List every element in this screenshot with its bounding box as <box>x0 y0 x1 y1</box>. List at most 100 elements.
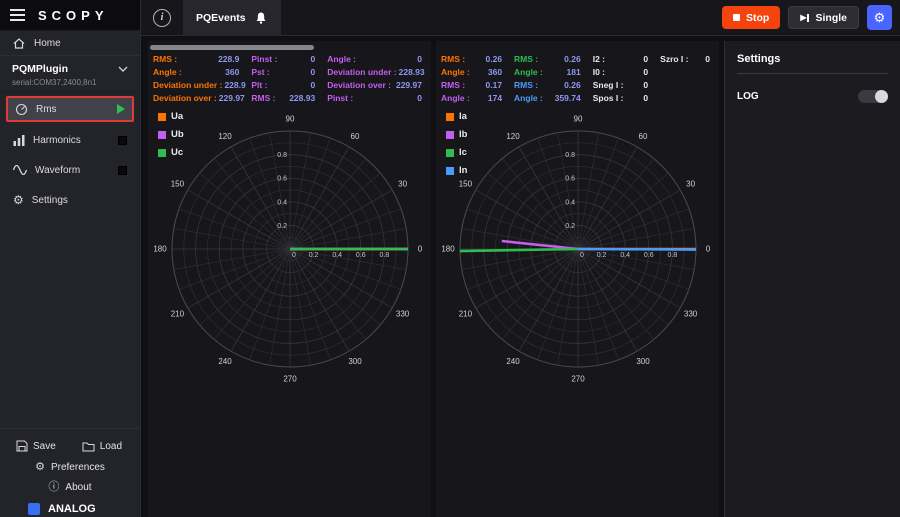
svg-text:30: 30 <box>686 180 695 189</box>
legend-swatch-icon <box>158 113 166 121</box>
current-stat-rms: RMS :0.26 <box>437 53 510 66</box>
current-legend: Ia Ib Ic In <box>446 111 467 176</box>
svg-text:0.4: 0.4 <box>565 199 575 206</box>
current-stat-szro-i: Szro I :0 <box>656 53 718 66</box>
voltage-legend-Uc[interactable]: Uc <box>158 147 184 158</box>
voltage-legend-Ua[interactable]: Ua <box>158 111 184 122</box>
voltage-stat-rms: RMS :228.9 <box>149 53 247 66</box>
stop-square-icon[interactable] <box>118 136 127 145</box>
tab-pqevents-label: PQEvents <box>196 12 246 24</box>
info-circle-icon: ⓘ <box>48 482 59 493</box>
current-polar-chart: 030609012015018021024027030033000.20.20.… <box>438 109 718 389</box>
voltage-stat-deviation-under: Deviation under :228.9 <box>149 79 247 92</box>
current-stat-angle: Angle :360 <box>437 66 510 79</box>
stop-button[interactable]: Stop <box>722 6 780 29</box>
harmonics-bars-icon <box>13 134 25 146</box>
current-legend-Ic[interactable]: Ic <box>446 147 467 158</box>
phasor-In <box>578 249 696 250</box>
current-stats-col-3: Szro I :0 <box>656 53 718 105</box>
current-legend-Ia[interactable]: Ia <box>446 111 467 122</box>
save-button[interactable]: Save <box>16 440 56 452</box>
svg-text:0.6: 0.6 <box>277 176 287 183</box>
svg-text:60: 60 <box>638 132 647 141</box>
current-legend-Ib[interactable]: Ib <box>446 129 467 140</box>
voltage-stat-deviation-under: Deviation under :228.93 <box>323 66 430 79</box>
svg-text:0.8: 0.8 <box>277 152 287 159</box>
legend-label: Ic <box>459 147 467 158</box>
toggle-knob <box>875 90 888 103</box>
svg-text:30: 30 <box>398 180 407 189</box>
plugin-serial: serial:COM37,2400,8n1 <box>12 78 128 87</box>
svg-text:0: 0 <box>292 252 296 259</box>
svg-text:120: 120 <box>506 132 520 141</box>
sidebar-item-rms[interactable]: Rms <box>6 96 134 122</box>
info-button[interactable]: i <box>153 9 171 27</box>
current-legend-In[interactable]: In <box>446 165 467 176</box>
current-stat-angle: Angle :359.74 <box>510 92 589 105</box>
svg-text:0.2: 0.2 <box>277 223 287 230</box>
svg-text:0: 0 <box>580 252 584 259</box>
single-button[interactable]: ▶ Single <box>788 6 859 29</box>
voltage-stat-pst: Pst :0 <box>247 66 323 79</box>
legend-label: Uc <box>171 147 183 158</box>
tab-pqevents[interactable]: PQEvents <box>183 0 281 36</box>
current-stat-spos-i: Spos I :0 <box>589 92 656 105</box>
divider <box>737 73 888 74</box>
current-chart-area: IaIbIcIn 0306090120150180210240270300330… <box>436 109 719 389</box>
menu-icon[interactable] <box>10 9 25 21</box>
sidebar-item-settings[interactable]: ⚙ Settings <box>6 188 134 212</box>
voltage-legend: Ua Ub Uc <box>158 111 184 158</box>
sidebar-item-harmonics[interactable]: Harmonics <box>6 128 134 152</box>
stop-square-icon[interactable] <box>118 166 127 175</box>
instrument-label: Harmonics <box>33 135 81 146</box>
voltage-stat-angle: Angle :0 <box>323 53 430 66</box>
main-area: i PQEvents Stop ▶ Single ⚙ <box>141 0 900 517</box>
instrument-settings-button[interactable]: ⚙ <box>867 5 892 30</box>
analog-label: ANALOG <box>48 503 96 515</box>
run-play-icon[interactable] <box>117 104 125 114</box>
svg-text:270: 270 <box>571 375 585 384</box>
log-toggle[interactable] <box>858 90 888 103</box>
voltage-stat-rms: RMS :228.93 <box>247 92 323 105</box>
svg-text:60: 60 <box>350 132 359 141</box>
plugin-header[interactable]: PQMPlugin serial:COM37,2400,8n1 <box>0 56 140 93</box>
svg-text:0.8: 0.8 <box>379 252 389 259</box>
settings-title: Settings <box>737 53 888 65</box>
current-stat-i0: I0 :0 <box>589 66 656 79</box>
voltage-stat-deviation-over: Deviation over :229.97 <box>323 79 430 92</box>
svg-text:210: 210 <box>170 310 184 319</box>
chevron-down-icon[interactable] <box>118 66 128 72</box>
current-stat-sneg-i: Sneg I :0 <box>589 79 656 92</box>
top-toolbar: i PQEvents Stop ▶ Single ⚙ <box>141 0 900 36</box>
svg-text:180: 180 <box>153 245 167 254</box>
voltage-legend-Ub[interactable]: Ub <box>158 129 184 140</box>
stats-horizontal-scrollbar[interactable] <box>150 45 314 50</box>
svg-text:0: 0 <box>417 245 422 254</box>
load-button[interactable]: Load <box>82 441 122 452</box>
svg-text:210: 210 <box>458 310 472 319</box>
svg-text:0.2: 0.2 <box>596 252 606 259</box>
stop-label: Stop <box>746 12 769 24</box>
legend-swatch-icon <box>446 113 454 121</box>
svg-text:120: 120 <box>218 132 232 141</box>
svg-text:0.8: 0.8 <box>565 152 575 159</box>
svg-text:0.6: 0.6 <box>565 176 575 183</box>
notifications-bell-icon[interactable] <box>254 11 268 25</box>
sidebar-item-home[interactable]: Home <box>0 30 140 56</box>
about-button[interactable]: ⓘ About <box>0 477 140 497</box>
sidebar-item-waveform[interactable]: Waveform <box>6 158 134 182</box>
preferences-button[interactable]: ⚙ Preferences <box>0 457 140 477</box>
analog-plugin-icon <box>28 503 40 515</box>
waveform-sine-icon <box>13 165 27 175</box>
legend-label: In <box>459 165 467 176</box>
instrument-label: Settings <box>32 195 68 206</box>
gear-icon: ⚙ <box>35 462 45 473</box>
svg-text:150: 150 <box>458 180 472 189</box>
voltage-stats-col-0: RMS :228.9Angle :360Deviation under :228… <box>149 53 247 105</box>
current-stats-col-0: RMS :0.26Angle :360RMS :0.17Angle :174 <box>437 53 510 105</box>
sidebar-item-analog[interactable]: ANALOG <box>0 497 140 517</box>
content-area: RMS :228.9 Angle :360 Deviation under :228… <box>141 36 900 517</box>
single-capture-icon: ▶ <box>800 14 809 22</box>
rms-gauge-icon <box>15 103 28 116</box>
save-label: Save <box>33 441 56 452</box>
